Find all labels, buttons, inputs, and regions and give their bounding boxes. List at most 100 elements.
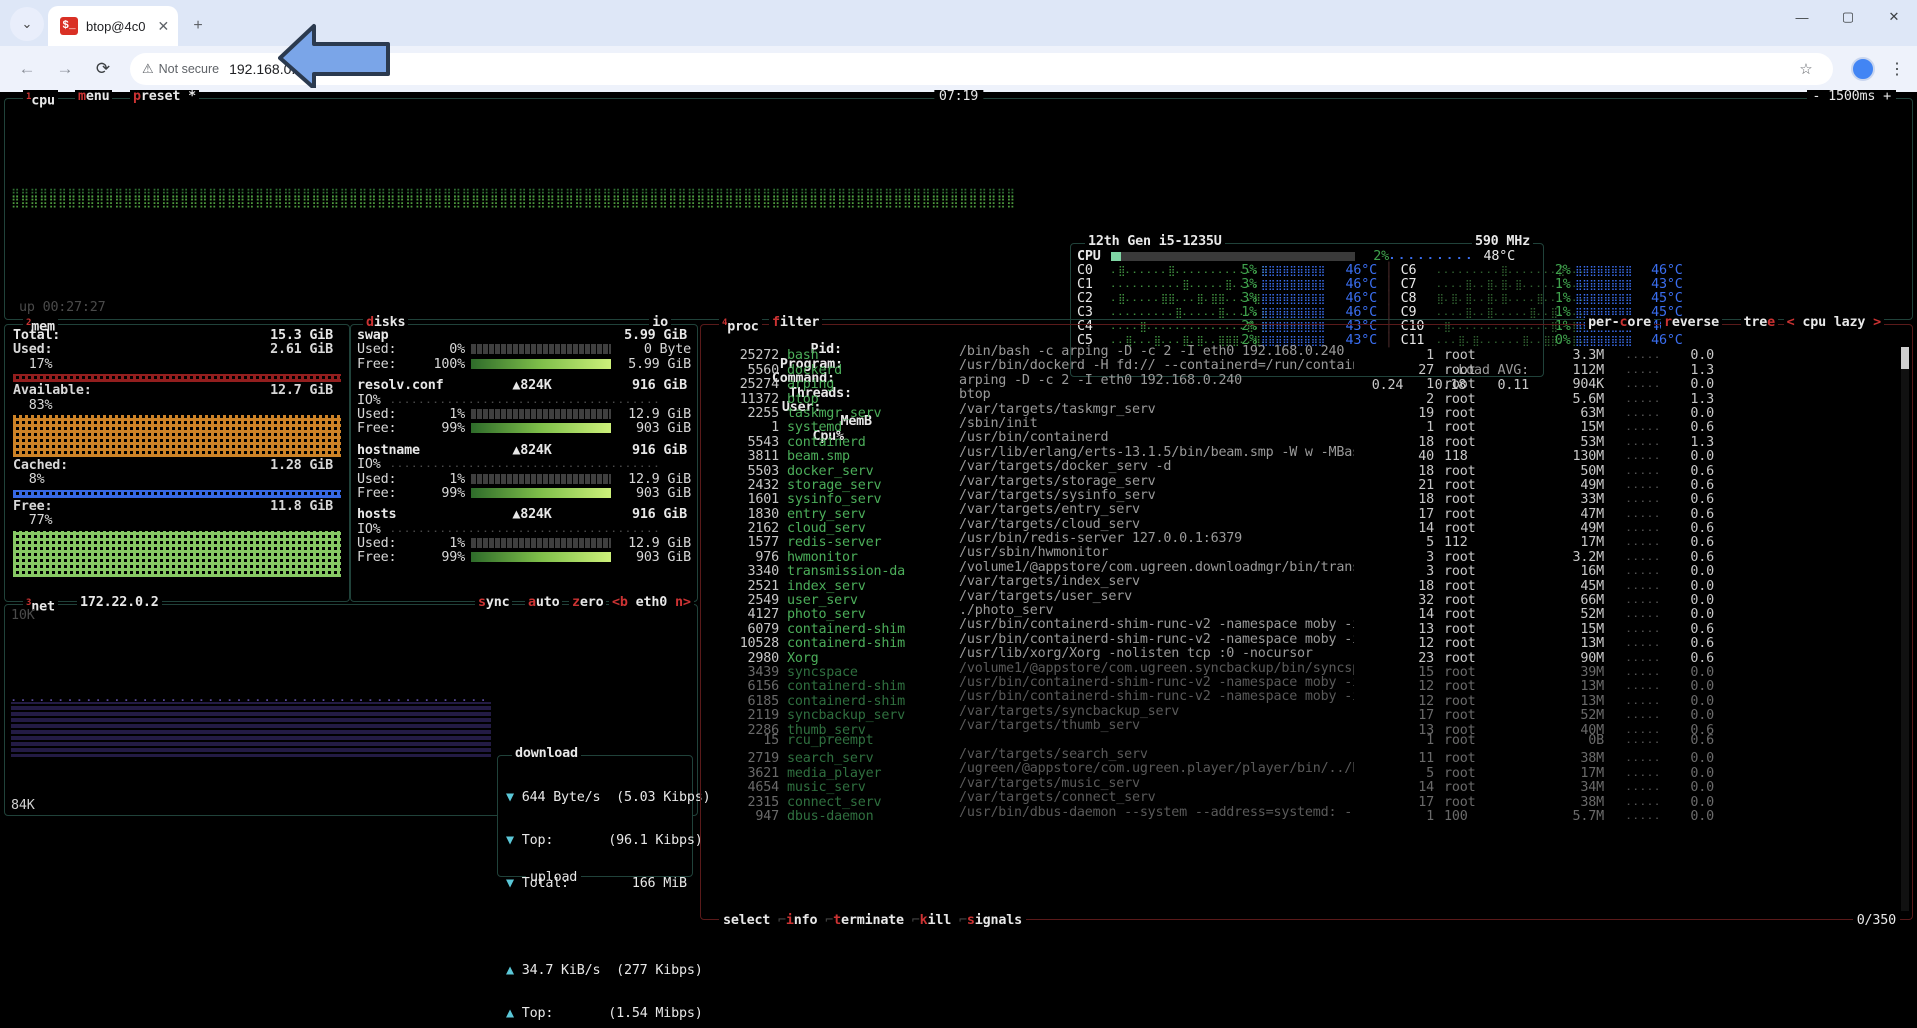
disk-total: 916 GiB: [577, 508, 687, 522]
table-row[interactable]: 3811 beam.smp/usr/lib/erlang/erts-13.1.5/…: [709, 446, 1894, 460]
table-row[interactable]: 5560 dockerd/usr/bin/dockerd -H fd:// --c…: [709, 359, 1894, 373]
table-row[interactable]: 10528 containerd-shim/usr/bin/containerd-…: [709, 633, 1894, 647]
table-row[interactable]: 947 dbus-daemon/usr/bin/dbus-daemon --sys…: [709, 806, 1894, 820]
table-row[interactable]: 2521 index_serv/var/targets/index_serv 18 r…: [709, 575, 1894, 589]
disk-free-row: Free: 100% 5.99 GiB: [357, 358, 691, 372]
disk-free-row: Free: 99% 903 GiB: [357, 422, 691, 436]
update-interval[interactable]: - 1500ms +: [1807, 90, 1896, 104]
proc-command: /var/targets/taskmgr_serv: [959, 403, 1354, 417]
table-row[interactable]: 25272 bash/bin/bash -c arping -D -c 2 -I …: [709, 345, 1894, 359]
table-row[interactable]: 25274 arping arping -D -c 2 -I eth0 192.16…: [709, 374, 1894, 388]
table-row[interactable]: 2255 taskmgr_serv/var/targets/taskmgr_ser…: [709, 403, 1894, 417]
tab-close-icon[interactable]: ✕: [157, 18, 169, 35]
cpu-label: cpu: [31, 93, 55, 108]
download-top-label: Top:: [522, 833, 553, 848]
table-row[interactable]: 3340 transmission-da/volume1/@appstore/co…: [709, 561, 1894, 575]
table-row[interactable]: 1601 sysinfo_serv/var/targets/sysinfo_ser…: [709, 489, 1894, 503]
maximize-button[interactable]: ▢: [1825, 0, 1871, 34]
table-row[interactable]: 1 systemd/sbin/init 1 root 15M ⠄⠄⠄⠄⠄ 0.6: [709, 417, 1894, 431]
disks-panel[interactable]: disks io swap 5.99 GiB Used: 0% 0 Byte Free: 1…: [350, 324, 698, 602]
btop-terminal[interactable]: 1cpu menu preset * 07:19 - 1500ms + ⣿⣿⣿⣿…: [0, 92, 1917, 1028]
table-row[interactable]: 6156 containerd-shim/usr/bin/containerd-s…: [709, 676, 1894, 690]
proc-command: /ugreen/@appstore/com.ugreen.player/play…: [959, 762, 1354, 776]
proc-scrollbar[interactable]: [1901, 347, 1909, 911]
browser-window: ⌄ $_ btop@4c0 ✕ + — ▢ ✕ ← → ⟳ ⚠ Not secu…: [0, 0, 1917, 1028]
minimize-button[interactable]: —: [1779, 0, 1825, 34]
disk-used-row: Used: 1% 12.9 GiB: [357, 537, 691, 551]
disk-name: hosts: [357, 508, 487, 522]
forward-button[interactable]: →: [48, 52, 82, 86]
mem-row-label: Total:: [13, 329, 193, 343]
table-row[interactable]: 2286 thumb_serv/var/targets/thumb_serv 13 r…: [709, 719, 1894, 733]
proc-select-hint[interactable]: select: [723, 913, 770, 928]
table-row[interactable]: 2980 Xorg/usr/lib/xorg/Xorg -nolisten tcp…: [709, 647, 1894, 661]
table-row[interactable]: 3439 syncspace/volume1/@appstore/com.ugre…: [709, 662, 1894, 676]
download-top: (96.1 Kibps): [608, 833, 702, 848]
net-iface-selector[interactable]: <b eth0 n>: [609, 596, 694, 610]
mem-row-label: Cached:: [13, 459, 193, 473]
table-row[interactable]: 3621 media_player/ugreen/@appstore/com.ug…: [709, 762, 1894, 776]
cpu-core-row: C2⠄⣿⠄⠄⠄⠄⠄⣿⣿⠄⠄⠄⣿⠄⣿⣿⠄⠄⠄⠄⣿⠄3%⣿⣿⣿⣿⣿⣿⣿⣿⣿46°C …: [1077, 292, 1537, 306]
table-row[interactable]: 976 hwmonitor/usr/sbin/hwmonitor 3 root 3.2M…: [709, 546, 1894, 560]
net-sync-button[interactable]: sync: [475, 596, 512, 610]
table-row[interactable]: 2432 storage_serv/var/targets/storage_ser…: [709, 475, 1894, 489]
preset-star: *: [188, 89, 196, 104]
mem-row-label: Used:: [13, 343, 193, 357]
proc-panel[interactable]: 4proc filter per-core reverse tree < cpu…: [700, 324, 1913, 920]
table-row[interactable]: 2315 connect_serv/var/targets/connect_ser…: [709, 791, 1894, 805]
window-controls: — ▢ ✕: [1779, 0, 1917, 46]
proc-command: /var/targets/entry_serv: [959, 503, 1354, 517]
table-row[interactable]: 2162 cloud_serv/var/targets/cloud_serv 14 r…: [709, 518, 1894, 532]
proc-rows[interactable]: 25272 bash/bin/bash -c arping -D -c 2 -I …: [709, 345, 1894, 913]
mem-row-graph: [13, 531, 341, 577]
proc-command: arping -D -c 2 -I eth0 192.168.0.240: [959, 374, 1354, 388]
table-row[interactable]: 1830 entry_serv/var/targets/entry_serv 17 r…: [709, 503, 1894, 517]
proc-command: /bin/bash -c arping -D -c 2 -I eth0 192.…: [959, 345, 1354, 359]
table-row[interactable]: 2719 search_serv/var/targets/search_serv 1…: [709, 748, 1894, 762]
cpu-panel-title[interactable]: 1cpu: [23, 90, 58, 109]
tab-search-chevron-icon[interactable]: ⌄: [10, 7, 44, 41]
table-row[interactable]: 11372 btop btop 2 root 5.6M ⠄⠄⠄⠄⠄ 1.3: [709, 388, 1894, 402]
reload-button[interactable]: ⟳: [86, 52, 120, 86]
net-panel[interactable]: 3net 172.22.0.2 sync auto zero <b eth0 n…: [4, 604, 698, 816]
proc-cpu-graph: ⠄⠄⠄⠄⠄: [1604, 811, 1662, 825]
net-readout-box: download upload ▼ 644 Byte/s (5.03 Kibps…: [497, 755, 693, 877]
profile-avatar[interactable]: [1851, 57, 1875, 81]
browser-menu-icon[interactable]: ⋮: [1887, 59, 1907, 79]
table-row[interactable]: 5503 docker_serv/var/targets/docker_serv …: [709, 460, 1894, 474]
back-button[interactable]: ←: [10, 52, 44, 86]
net-auto-button[interactable]: auto: [525, 596, 562, 610]
table-row[interactable]: 4654 music_serv/var/targets/music_serv 14 r…: [709, 777, 1894, 791]
proc-mem: 5.7M: [1504, 810, 1604, 824]
security-indicator[interactable]: ⚠ Not secure: [142, 61, 219, 77]
net-zero-button[interactable]: zero: [569, 596, 606, 610]
cpu-history-graph: ⣿⣿⣿⣿⣿⣿⣿⣿⣿⣿⣿⣿⣿⣿⣿⣿⣿⣿⣿⣿⣿⣿⣿⣿⣿⣿⣿⣿⣿⣿⣿⣿⣿⣿⣿⣿⣿⣿⣿⣿…: [11, 113, 1904, 221]
proc-mem: 0B: [1504, 734, 1604, 748]
proc-command: /var/targets/sysinfo_serv: [959, 489, 1354, 503]
proc-command: /usr/sbin/hwmonitor: [959, 546, 1354, 560]
table-row[interactable]: 6079 containerd-shim/usr/bin/containerd-s…: [709, 618, 1894, 632]
proc-scrollbar-thumb[interactable]: [1901, 347, 1909, 369]
mem-row-graph: [13, 490, 341, 498]
proc-command: /var/targets/music_serv: [959, 777, 1354, 791]
cpu-menu-button[interactable]: menu: [75, 90, 112, 104]
browser-tab[interactable]: $_ btop@4c0 ✕: [48, 6, 178, 46]
table-row[interactable]: 2549 user_serv/var/targets/user_serv 32 roo…: [709, 590, 1894, 604]
proc-command: btop: [959, 388, 1354, 402]
upload-top-label: Top:: [522, 1006, 553, 1021]
proc-cpu: 0.0: [1662, 810, 1714, 824]
new-tab-button[interactable]: +: [184, 12, 212, 40]
table-row[interactable]: 5543 containerd/usr/bin/containerd 18 root 5…: [709, 431, 1894, 445]
mem-panel[interactable]: 2mem Total: 15.3 GiB Used: 2.61 GiB 17% Avai…: [4, 324, 350, 602]
table-row[interactable]: 6185 containerd-shim/usr/bin/containerd-s…: [709, 690, 1894, 704]
cpu-preset-button[interactable]: preset *: [130, 90, 199, 104]
table-row[interactable]: 15 rcu_preempt 1 root 0B ⠄⠄⠄⠄⠄ 0.6: [709, 734, 1894, 748]
bookmark-star-icon[interactable]: ☆: [1791, 60, 1821, 78]
disk-header-row: hosts ▲824K 916 GiB: [357, 508, 691, 522]
table-row[interactable]: 4127 photo_serv ./photo_serv 14 root 52M ⠄⠄⠄⠄⠄…: [709, 604, 1894, 618]
cpu-panel[interactable]: 1cpu menu preset * 07:19 - 1500ms + ⣿⣿⣿⣿…: [4, 98, 1913, 320]
table-row[interactable]: 1577 redis-server/usr/bin/redis-server 12…: [709, 532, 1894, 546]
disk-io-row: IO% ⠄⠄⠄⠄⠄⠄⠄⠄⠄⠄⠄⠄⠄⠄⠄⠄⠄⠄⠄⠄⠄⠄⠄⠄⠄⠄⠄⠄⠄⠄⠄⠄⠄⠄⠄⠄⠄…: [357, 523, 691, 537]
close-window-button[interactable]: ✕: [1871, 0, 1917, 34]
table-row[interactable]: 2119 syncbackup_serv/var/targets/syncback…: [709, 705, 1894, 719]
